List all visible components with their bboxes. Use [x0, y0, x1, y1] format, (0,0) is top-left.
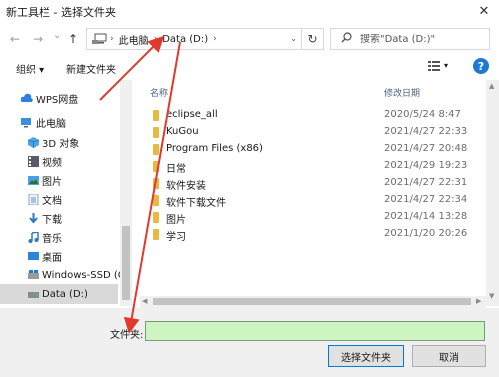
list-item[interactable]: KuGou 2021/4/27 22:33 [140, 124, 486, 141]
list-item[interactable]: eclipse_all 2020/5/24 8:47 [140, 107, 486, 124]
scroll-down-icon[interactable]: ▼ [489, 292, 494, 300]
sidebar-item-downloads[interactable]: 下载 [0, 208, 120, 228]
sidebar-item-pictures[interactable]: 图片 [0, 170, 120, 190]
drive-icon [28, 289, 40, 300]
dialog-footer: 文件夹: 选择文件夹 取消 [0, 308, 499, 377]
back-arrow-icon[interactable]: ← [10, 32, 20, 46]
folder-icon [153, 212, 159, 223]
breadcrumb-separator-icon: › [110, 34, 114, 44]
file-list-vertical-scrollbar[interactable]: ▲ ▼ [486, 80, 499, 306]
title-bar: 新工具栏 - 选择文件夹 ✕ [0, 0, 499, 22]
music-icon [28, 231, 40, 243]
list-item[interactable]: 学习 2021/1/20 20:26 [140, 226, 486, 243]
cube-icon [27, 137, 40, 148]
address-dropdown-icon[interactable]: ⌄ [290, 34, 297, 43]
desktop-icon [28, 251, 40, 262]
breadcrumb-this-pc[interactable]: 此电脑 [119, 32, 149, 47]
video-icon [28, 156, 40, 167]
sidebar-item-videos[interactable]: 视频 [0, 151, 120, 171]
recent-locations-chevron-icon[interactable]: ⌄ [53, 30, 61, 41]
sidebar-scrollbar-thumb[interactable] [122, 226, 130, 300]
file-list-horizontal-scrollbar[interactable]: ◀ ▶ [140, 296, 486, 308]
scroll-up-icon[interactable]: ▲ [489, 82, 494, 90]
sidebar-scrollbar[interactable] [120, 80, 132, 306]
help-icon[interactable]: ? [473, 58, 489, 74]
breadcrumb-data-drive[interactable]: Data (D:) [162, 34, 208, 45]
address-bar[interactable]: › 此电脑 › Data (D:) › ⌄ [86, 28, 302, 50]
list-item[interactable]: 软件安装 2021/4/27 22:31 [140, 175, 486, 192]
folder-icon [153, 110, 159, 121]
navigation-pane: WPS网盘 此电脑 3D 对象 视频 图片 文档 下载 音乐 桌面 Window… [0, 80, 133, 306]
folder-icon [153, 127, 159, 138]
computer-icon [91, 33, 107, 45]
scroll-left-icon[interactable]: ◀ [142, 297, 147, 305]
sidebar-item-desktop[interactable]: 桌面 [0, 246, 120, 266]
up-arrow-icon[interactable]: ↑ [68, 32, 78, 46]
select-folder-button[interactable]: 选择文件夹 [328, 345, 404, 367]
forward-arrow-icon[interactable]: → [33, 32, 43, 46]
cloud-icon [20, 93, 33, 104]
folder-icon [153, 144, 159, 155]
new-folder-button[interactable]: 新建文件夹 [66, 61, 116, 76]
list-item[interactable]: 软件下载文件 2021/4/27 22:34 [140, 192, 486, 209]
scroll-right-icon[interactable]: ▶ [476, 297, 481, 305]
search-box[interactable] [330, 28, 490, 50]
list-item[interactable]: Program Files (x86) 2021/4/27 20:48 [140, 141, 486, 158]
sidebar-item-wps-cloud[interactable]: WPS网盘 [0, 88, 120, 108]
refresh-icon: ↻ [307, 32, 318, 46]
cancel-button[interactable]: 取消 [412, 345, 486, 367]
sidebar-item-3d-objects[interactable]: 3D 对象 [0, 132, 120, 152]
folder-field-label: 文件夹: [110, 330, 144, 341]
sidebar-item-this-pc[interactable]: 此电脑 [0, 112, 120, 132]
breadcrumb-separator-icon: › [213, 34, 217, 44]
view-dropdown-icon[interactable]: ▾ [444, 61, 448, 70]
organize-button[interactable]: 组织 ▾ [16, 61, 44, 76]
picture-icon [28, 175, 40, 186]
download-icon [28, 213, 40, 224]
breadcrumb-separator-icon: › [153, 34, 158, 44]
folder-icon [153, 178, 159, 189]
folder-input[interactable] [145, 321, 485, 341]
folder-icon [153, 229, 159, 240]
sidebar-item-documents[interactable]: 文档 [0, 189, 120, 209]
folder-icon [153, 161, 159, 172]
refresh-button[interactable]: ↻ [302, 28, 324, 50]
command-toolbar: 组织 ▾ 新建文件夹 ▾ ? [0, 56, 499, 78]
sidebar-item-windows-ssd[interactable]: Windows-SSD (C [0, 265, 125, 285]
computer-icon [20, 117, 32, 128]
sidebar-item-data-drive[interactable]: Data (D:) [0, 284, 118, 304]
view-options-icon[interactable] [428, 60, 440, 72]
column-header-modified[interactable]: 修改日期 [384, 86, 420, 99]
address-row: ← → ⌄ ↑ › 此电脑 › Data (D:) › ⌄ ↻ [0, 24, 499, 54]
drive-icon [28, 270, 40, 281]
document-icon [28, 193, 40, 206]
search-icon [341, 32, 352, 46]
folder-icon [153, 195, 159, 206]
sidebar-item-music[interactable]: 音乐 [0, 227, 120, 247]
list-item[interactable]: 图片 2021/4/14 13:28 [140, 209, 486, 226]
column-header-name[interactable]: 名称 [150, 86, 168, 99]
close-icon[interactable]: ✕ [469, 0, 499, 22]
search-input[interactable] [360, 33, 480, 45]
horizontal-scrollbar-thumb[interactable] [153, 298, 471, 305]
list-item[interactable]: 日常 2021/4/29 19:23 [140, 158, 486, 175]
window-title: 新工具栏 - 选择文件夹 [6, 6, 116, 19]
file-list: 名称 修改日期 eclipse_all 2020/5/24 8:47 KuGou… [140, 80, 490, 306]
